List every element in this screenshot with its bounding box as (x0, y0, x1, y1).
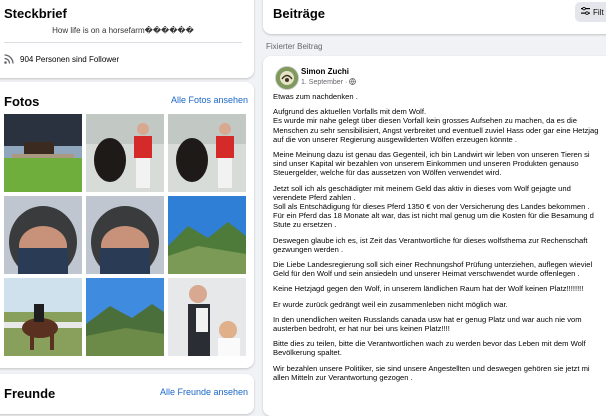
intro-title: Steckbrief (4, 6, 67, 21)
post-body: Etwas zum nachdenken . Aufgrund des aktue… (273, 92, 606, 388)
photo-thumbnail[interactable] (86, 114, 164, 192)
follower-row: 904 Personen sind Follower (4, 54, 119, 64)
photo-thumbnail[interactable] (168, 196, 246, 274)
photo-thumbnail[interactable] (168, 278, 246, 356)
pinned-post-label: Fixierter Beitrag (266, 42, 323, 51)
post-paragraph: Die Liebe Landesregierung soll sich eine… (273, 260, 593, 279)
photo-thumbnail[interactable] (168, 114, 246, 192)
friends-card: Freunde Alle Freunde ansehen (0, 374, 254, 414)
post-paragraph: Keine Hetzjagd gegen den Wolf, in unsere… (273, 284, 584, 294)
filter-label: Filt (593, 7, 604, 17)
post-paragraph: Deswegen glaube ich es, ist Zeit das Ver… (273, 235, 588, 254)
rss-icon (4, 54, 14, 64)
photo-thumbnail[interactable] (4, 278, 82, 356)
post-date[interactable]: 1. September · (301, 79, 347, 86)
posts-title: Beiträge (273, 6, 326, 21)
post-paragraph: Wir bezahlen unsere Politiker, sie sind … (273, 363, 590, 382)
photo-thumbnail[interactable] (4, 196, 82, 274)
post-paragraph: Jetzt soll ich als geschädigter mit mein… (273, 183, 594, 230)
all-friends-link[interactable]: Alle Freunde ansehen (160, 387, 248, 397)
post-meta: 1. September · (301, 78, 357, 87)
post-paragraph: Bitte dies zu teilen, bitte die Verantwo… (273, 339, 586, 358)
divider (4, 42, 242, 43)
filter-button[interactable]: Filt (575, 2, 606, 22)
photo-thumbnail[interactable] (86, 196, 164, 274)
post-paragraph: In den unendlichen weiten Russlands cana… (273, 314, 582, 334)
photos-card: Fotos Alle Fotos ansehen (0, 82, 254, 368)
friends-title: Freunde (4, 386, 56, 401)
all-photos-link[interactable]: Alle Fotos ansehen (171, 95, 248, 105)
posts-header: Beiträge Filt (263, 0, 606, 34)
intro-bio: How life is on a horsefarm������ (52, 26, 194, 35)
post-paragraph: Aufgrund des aktuellen Vorfalls mit dem … (273, 107, 599, 144)
pinned-post: Simon Zuchi 1. September · Etwas zum nac… (263, 56, 606, 416)
intro-card: Steckbrief How life is on a horsefarm���… (0, 0, 254, 78)
post-paragraph: Er wurde zurück gedrängt weil ein zusamm… (273, 299, 508, 309)
post-paragraph: Meine Meinung dazu ist genau das Gegente… (273, 150, 590, 178)
globe-icon (349, 78, 357, 87)
author-name[interactable]: Simon Zuchi (301, 67, 349, 76)
photo-thumbnail[interactable] (86, 278, 164, 356)
photos-title: Fotos (4, 94, 40, 109)
author-avatar[interactable] (275, 66, 299, 90)
post-paragraph: Etwas zum nachdenken . (273, 92, 358, 101)
follower-count: 904 Personen sind Follower (20, 54, 120, 64)
filter-icon (581, 6, 590, 17)
photo-thumbnail[interactable] (4, 114, 82, 192)
